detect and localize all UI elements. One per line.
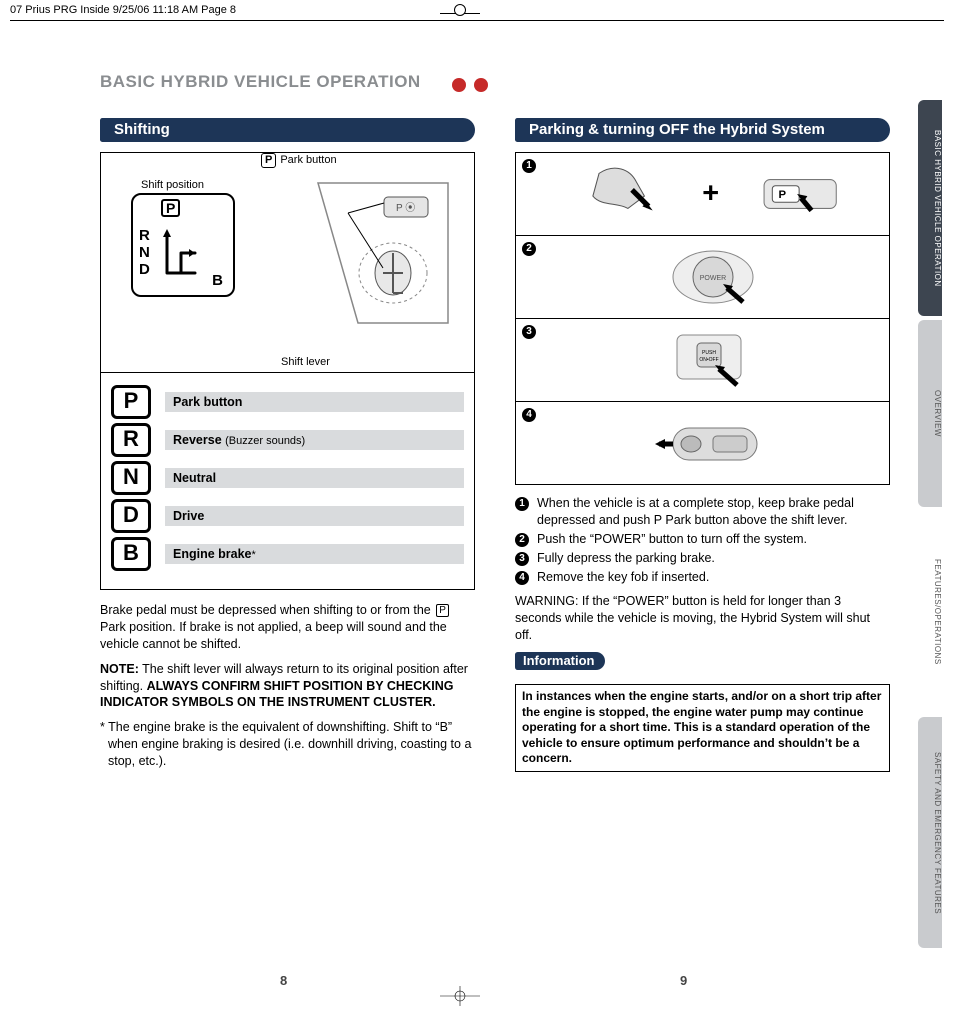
legend-letter-icon: N	[111, 461, 151, 495]
information-box: In instances when the engine starts, and…	[515, 684, 890, 772]
gate-icon	[161, 229, 201, 277]
side-tabs: BASIC HYBRID VEHICLE OPERATION OVERVIEW …	[918, 100, 942, 952]
page-number-left: 8	[280, 973, 287, 988]
shifting-note: NOTE: The shift lever will always return…	[100, 661, 475, 712]
park-step-2: 2 POWER	[516, 236, 889, 319]
list-item: 4Remove the key fob if inserted.	[515, 569, 890, 586]
page-number-right: 9	[680, 973, 687, 988]
gear-letters: R N D	[139, 227, 150, 278]
step-number-icon: 2	[522, 242, 536, 256]
park-step-3: 3 PUSH ON•OFF	[516, 319, 889, 402]
shifting-footnote: * The engine brake is the equivalent of …	[100, 719, 475, 770]
legend-letter-icon: B	[111, 537, 151, 571]
legend-row: B Engine brake*	[111, 537, 464, 571]
p-indicator-icon: P	[161, 199, 180, 217]
step-art-brake-plus-park: + P	[546, 161, 879, 227]
parking-warning: WARNING: If the “POWER” button is held f…	[515, 593, 890, 644]
step-number-icon: 1	[515, 497, 529, 511]
section-heading-parking: Parking & turning OFF the Hybrid System	[515, 118, 890, 142]
legend-label: Reverse (Buzzer sounds)	[165, 430, 464, 450]
side-tab-overview: OVERVIEW	[918, 320, 942, 507]
legend-row: D Drive	[111, 499, 464, 533]
section-heading-shifting: Shifting	[100, 118, 475, 142]
label-shift-position: Shift position	[141, 179, 204, 191]
step-art-parking-brake: PUSH ON•OFF	[546, 327, 879, 393]
step-number-icon: 4	[515, 571, 529, 585]
list-item: 3Fully depress the parking brake.	[515, 550, 890, 567]
legend-letter-icon: D	[111, 499, 151, 533]
crop-mark-bottom	[440, 986, 480, 1006]
step-number-icon: 3	[515, 552, 529, 566]
step-art-key-fob	[546, 410, 879, 476]
p-icon: P	[654, 513, 662, 527]
legend-letter-icon: P	[111, 385, 151, 419]
step-number-icon: 3	[522, 325, 536, 339]
shifting-para-1: Brake pedal must be depressed when shift…	[100, 602, 475, 653]
step-art-power-button: POWER	[546, 244, 879, 310]
side-tab-features: FEATURES/OPERATIONS	[918, 511, 942, 713]
section-heading-information: Information	[515, 652, 605, 670]
shift-figure: Shift position PPark button P R N D B	[101, 153, 474, 373]
svg-text:POWER: POWER	[699, 275, 725, 282]
legend-label: Park button	[165, 392, 464, 412]
shifter-illustration: P ⦿	[298, 173, 458, 333]
list-item: 2Push the “POWER” button to turn off the…	[515, 531, 890, 548]
shift-position-diagram: P R N D B	[131, 193, 235, 297]
park-step-1: 1 + P	[516, 153, 889, 236]
legend-label: Drive	[165, 506, 464, 526]
right-column: Parking & turning OFF the Hybrid System …	[515, 118, 890, 778]
svg-text:ON•OFF: ON•OFF	[699, 357, 718, 363]
list-item: 1 When the vehicle is at a complete stop…	[515, 495, 890, 529]
step-number-icon: 1	[522, 159, 536, 173]
park-step-4: 4	[516, 402, 889, 484]
step-number-icon: 2	[515, 533, 529, 547]
side-tab-basic-hybrid: BASIC HYBRID VEHICLE OPERATION	[918, 100, 942, 316]
legend-row: N Neutral	[111, 461, 464, 495]
p-icon: P	[261, 153, 276, 168]
svg-text:PUSH: PUSH	[702, 350, 716, 356]
b-letter: B	[212, 272, 223, 289]
svg-text:P: P	[779, 189, 787, 201]
svg-text:+: +	[702, 177, 719, 209]
parking-steps-figure: 1 + P 2	[515, 152, 890, 485]
side-tab-safety: SAFETY AND EMERGENCY FEATURES	[918, 717, 942, 948]
page-title: BASIC HYBRID VEHICLE OPERATION	[100, 72, 421, 92]
p-icon: P	[436, 604, 449, 617]
legend-label: Neutral	[165, 468, 464, 488]
parking-step-list: 1 When the vehicle is at a complete stop…	[515, 495, 890, 585]
step-number-icon: 4	[522, 408, 536, 422]
shift-legend: P Park button R Reverse (Buzzer sounds) …	[111, 385, 464, 571]
content-columns: Shifting Shift position PPark button P R…	[100, 118, 890, 778]
legend-row: R Reverse (Buzzer sounds)	[111, 423, 464, 457]
shifting-figure-box: Shift position PPark button P R N D B	[100, 152, 475, 590]
decorative-dots	[448, 78, 492, 97]
crop-mark-top	[440, 6, 480, 20]
label-park-button: PPark button	[261, 153, 337, 168]
legend-row: P Park button	[111, 385, 464, 419]
left-column: Shifting Shift position PPark button P R…	[100, 118, 475, 778]
legend-letter-icon: R	[111, 423, 151, 457]
label-shift-lever: Shift lever	[281, 356, 330, 368]
svg-text:P ⦿: P ⦿	[396, 202, 415, 214]
legend-label: Engine brake*	[165, 544, 464, 564]
